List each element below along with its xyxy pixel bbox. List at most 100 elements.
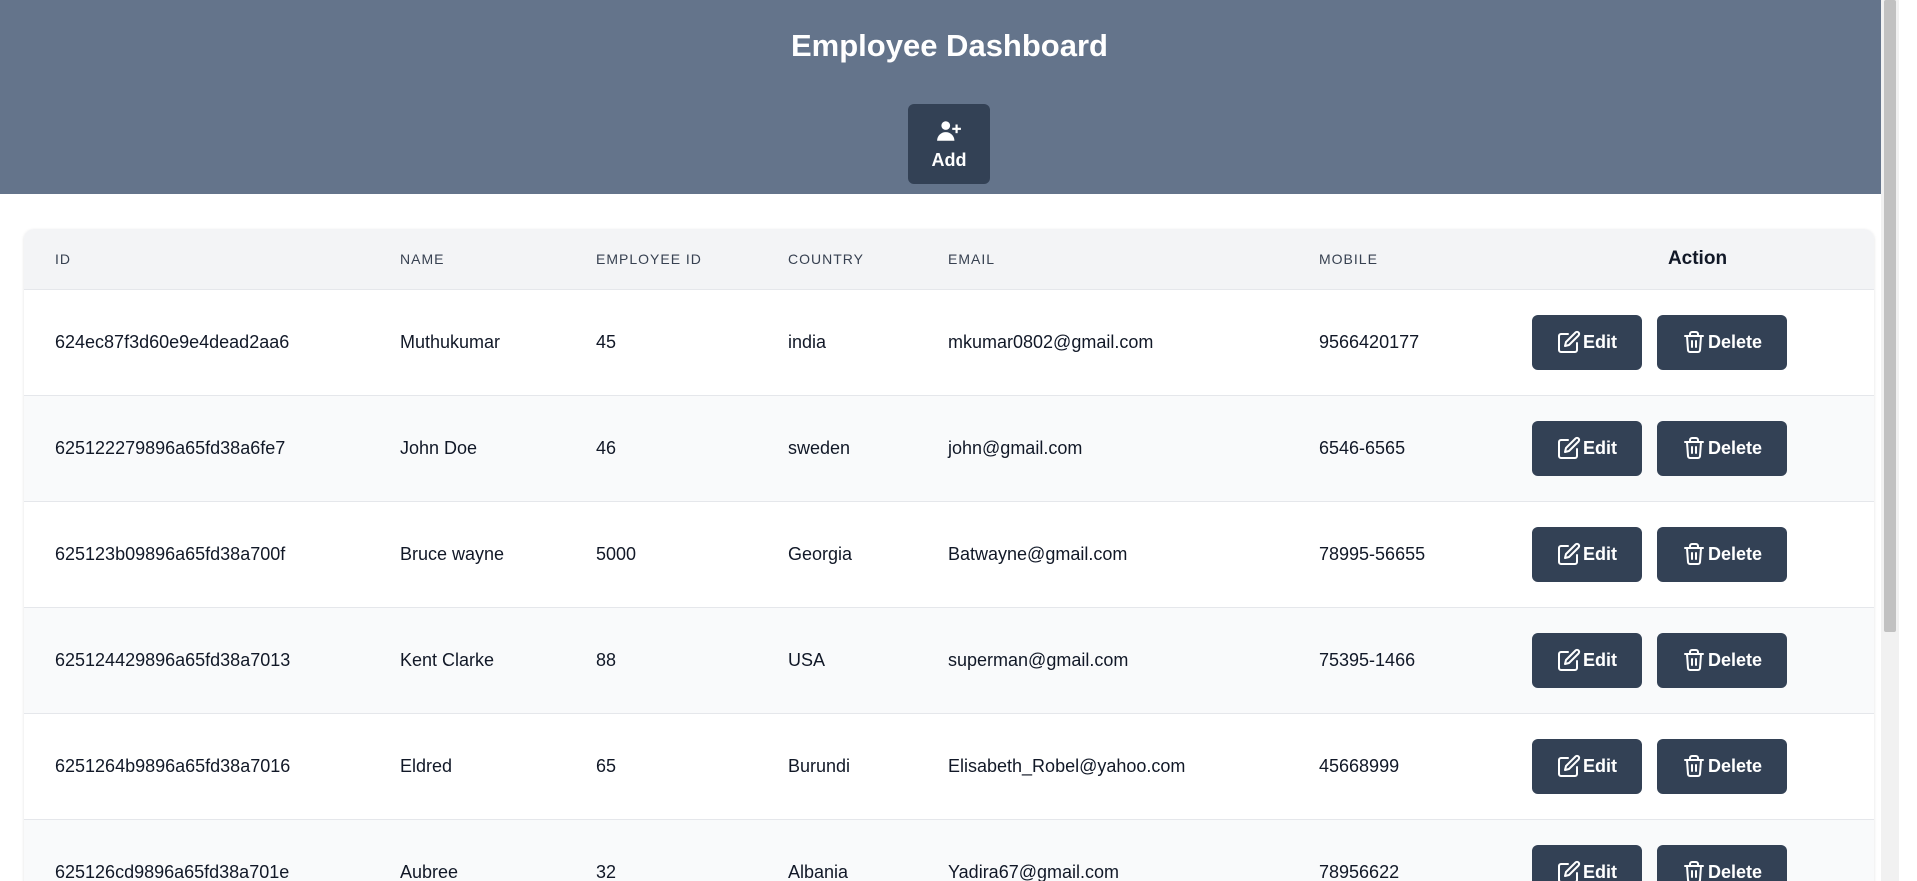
- table-row: 6251264b9896a65fd38a7016 Eldred 65 Burun…: [24, 713, 1874, 819]
- add-employee-button[interactable]: Add: [908, 104, 990, 184]
- employee-table: ID NAME EMPLOYEE ID COUNTRY EMAIL MOBILE…: [24, 229, 1874, 881]
- cell-employee-id: 46: [596, 437, 617, 458]
- cell-actions: Edit Delete: [1521, 395, 1874, 501]
- edit-button-label: Edit: [1583, 331, 1617, 352]
- edit-button-label: Edit: [1583, 649, 1617, 670]
- table-row: 625126cd9896a65fd38a701e Aubree 32 Alban…: [24, 819, 1874, 881]
- delete-button-label: Delete: [1707, 649, 1763, 670]
- delete-button[interactable]: Delete: [1657, 526, 1787, 582]
- cell-email: john@gmail.com: [948, 437, 1083, 458]
- edit-button[interactable]: Edit: [1532, 738, 1642, 794]
- edit-icon: [1558, 330, 1581, 353]
- edit-icon: [1558, 436, 1581, 459]
- delete-button-label: Delete: [1707, 437, 1763, 458]
- trash-icon: [1683, 649, 1704, 671]
- edit-icon: [1558, 861, 1581, 881]
- cell-name: Eldred: [400, 755, 453, 776]
- cell-id: 625122279896a65fd38a6fe7: [55, 437, 286, 458]
- table-header-row: ID NAME EMPLOYEE ID COUNTRY EMAIL MOBILE…: [24, 229, 1874, 289]
- trash-icon: [1683, 331, 1704, 353]
- cell-mobile: 45668999: [1319, 755, 1400, 776]
- cell-country: india: [788, 331, 827, 352]
- edit-button[interactable]: Edit: [1532, 314, 1642, 370]
- table-body: 624ec87f3d60e9e4dead2aa6 Muthukumar 45 i…: [24, 289, 1874, 881]
- edit-button[interactable]: Edit: [1532, 420, 1642, 476]
- cell-name: John Doe: [400, 437, 478, 458]
- cell-email: Batwayne@gmail.com: [948, 543, 1128, 564]
- edit-button-label: Edit: [1583, 755, 1617, 776]
- cell-employee-id: 65: [596, 755, 617, 776]
- cell-actions: Edit Delete: [1521, 501, 1874, 607]
- cell-email: Elisabeth_Robel@yahoo.com: [948, 755, 1186, 776]
- delete-button-label: Delete: [1707, 543, 1763, 564]
- delete-button[interactable]: Delete: [1657, 738, 1787, 794]
- table-row: 624ec87f3d60e9e4dead2aa6 Muthukumar 45 i…: [24, 289, 1874, 395]
- cell-mobile: 75395-1466: [1319, 649, 1416, 670]
- table-row: 625122279896a65fd38a6fe7 John Doe 46 swe…: [24, 395, 1874, 501]
- employee-table-container: ID NAME EMPLOYEE ID COUNTRY EMAIL MOBILE…: [24, 229, 1874, 881]
- delete-button[interactable]: Delete: [1657, 632, 1787, 688]
- cell-actions: Edit Delete: [1521, 713, 1874, 819]
- delete-button[interactable]: Delete: [1657, 420, 1787, 476]
- column-header-action: Action: [1667, 247, 1728, 269]
- edit-button[interactable]: Edit: [1532, 632, 1642, 688]
- delete-button[interactable]: Delete: [1657, 314, 1787, 370]
- cell-employee-id: 5000: [596, 543, 637, 564]
- cell-employee-id: 45: [596, 331, 617, 352]
- cell-email: superman@gmail.com: [948, 649, 1129, 670]
- edit-icon: [1558, 542, 1581, 565]
- edit-icon: [1558, 648, 1581, 671]
- cell-name: Muthukumar: [400, 331, 501, 352]
- column-header-mobile: MOBILE: [1319, 250, 1378, 267]
- delete-button-label: Delete: [1707, 861, 1763, 881]
- edit-button-label: Edit: [1583, 861, 1617, 881]
- cell-name: Kent Clarke: [400, 649, 495, 670]
- edit-button[interactable]: Edit: [1532, 526, 1642, 582]
- cell-email: mkumar0802@gmail.com: [948, 331, 1154, 352]
- cell-employee-id: 32: [596, 861, 617, 881]
- table-row: 625123b09896a65fd38a700f Bruce wayne 500…: [24, 501, 1874, 607]
- column-header-id: ID: [55, 250, 71, 267]
- cell-id: 6251264b9896a65fd38a7016: [55, 755, 291, 776]
- column-header-email: EMAIL: [948, 250, 996, 267]
- cell-mobile: 6546-6565: [1319, 437, 1406, 458]
- scrollbar-thumb[interactable]: [1884, 0, 1896, 632]
- page: Employee Dashboard Add ID NAME EMPLOYEE …: [0, 0, 1899, 881]
- cell-country: Albania: [788, 861, 849, 881]
- cell-country: sweden: [788, 437, 851, 458]
- cell-actions: Edit Delete: [1521, 289, 1874, 395]
- row-actions: Edit Delete: [1521, 738, 1874, 794]
- cell-actions: Edit Delete: [1521, 607, 1874, 713]
- column-header-name: NAME: [400, 250, 445, 267]
- column-header-country: COUNTRY: [788, 250, 864, 267]
- trash-icon: [1683, 861, 1704, 881]
- cell-mobile: 9566420177: [1319, 331, 1420, 352]
- delete-button-label: Delete: [1707, 755, 1763, 776]
- cell-email: Yadira67@gmail.com: [948, 861, 1120, 881]
- delete-button[interactable]: Delete: [1657, 844, 1787, 881]
- cell-id: 625123b09896a65fd38a700f: [55, 543, 286, 564]
- row-actions: Edit Delete: [1521, 632, 1874, 688]
- row-actions: Edit Delete: [1521, 526, 1874, 582]
- row-actions: Edit Delete: [1521, 314, 1874, 370]
- user-plus-icon: [937, 120, 961, 141]
- cell-name: Aubree: [400, 861, 459, 881]
- page-title: Employee Dashboard: [791, 28, 1108, 63]
- cell-country: USA: [788, 649, 826, 670]
- add-button-label: Add: [931, 149, 967, 170]
- vertical-scrollbar[interactable]: [1881, 0, 1899, 881]
- row-actions: Edit Delete: [1521, 844, 1874, 881]
- trash-icon: [1683, 437, 1704, 459]
- header: Employee Dashboard Add: [0, 0, 1899, 194]
- edit-button-label: Edit: [1583, 437, 1617, 458]
- row-actions: Edit Delete: [1521, 420, 1874, 476]
- cell-id: 625124429896a65fd38a7013: [55, 649, 291, 670]
- cell-mobile: 78995-56655: [1319, 543, 1426, 564]
- cell-employee-id: 88: [596, 649, 617, 670]
- trash-icon: [1683, 755, 1704, 777]
- cell-country: Burundi: [788, 755, 851, 776]
- delete-button-label: Delete: [1707, 331, 1763, 352]
- edit-icon: [1558, 754, 1581, 777]
- edit-button[interactable]: Edit: [1532, 844, 1642, 881]
- column-header-employee-id: EMPLOYEE ID: [596, 250, 702, 267]
